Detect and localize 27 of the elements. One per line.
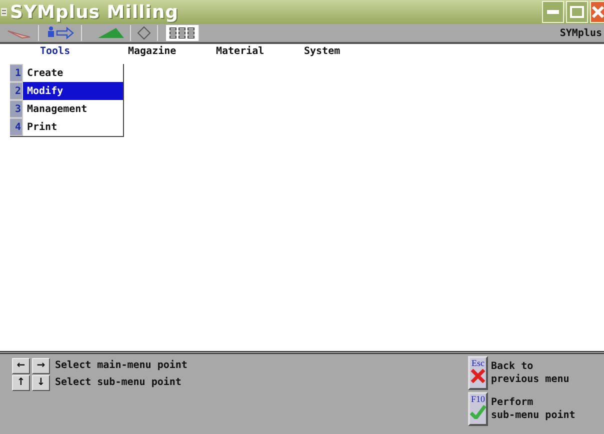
grid-icon[interactable] (166, 25, 199, 41)
maximize-button[interactable] (566, 1, 588, 23)
submenu-item[interactable]: Modify (23, 82, 123, 100)
hint-text: Select sub-menu point (55, 377, 182, 388)
cross-icon (470, 369, 486, 383)
minimize-icon (547, 10, 559, 14)
close-icon (592, 6, 604, 18)
function-key[interactable]: 1 (10, 64, 23, 82)
function-key[interactable]: 2 (10, 82, 23, 100)
hint-text: Select main-menu point (55, 360, 188, 371)
arrow-key[interactable]: → (32, 358, 50, 374)
check-icon (470, 405, 486, 419)
action-text: Back to previous menu (491, 360, 570, 386)
cross-key[interactable]: Esc (468, 356, 488, 390)
minimize-button[interactable] (542, 1, 564, 23)
app-icon (1, 7, 7, 17)
arrow-key[interactable]: ↑ (12, 374, 30, 390)
close-button[interactable] (590, 1, 604, 23)
arrow-key[interactable]: ↓ (32, 374, 50, 390)
action-text: Perform sub-menu point (491, 396, 576, 422)
window-title: SYMplus Milling (10, 2, 179, 22)
function-key[interactable]: 3 (10, 100, 23, 118)
arrow-key[interactable]: ← (12, 358, 30, 374)
check-key[interactable]: F10 (468, 392, 488, 426)
maximize-icon (570, 6, 584, 18)
toolbar-label: SYMplus (560, 28, 603, 38)
function-key[interactable]: 4 (10, 118, 23, 136)
